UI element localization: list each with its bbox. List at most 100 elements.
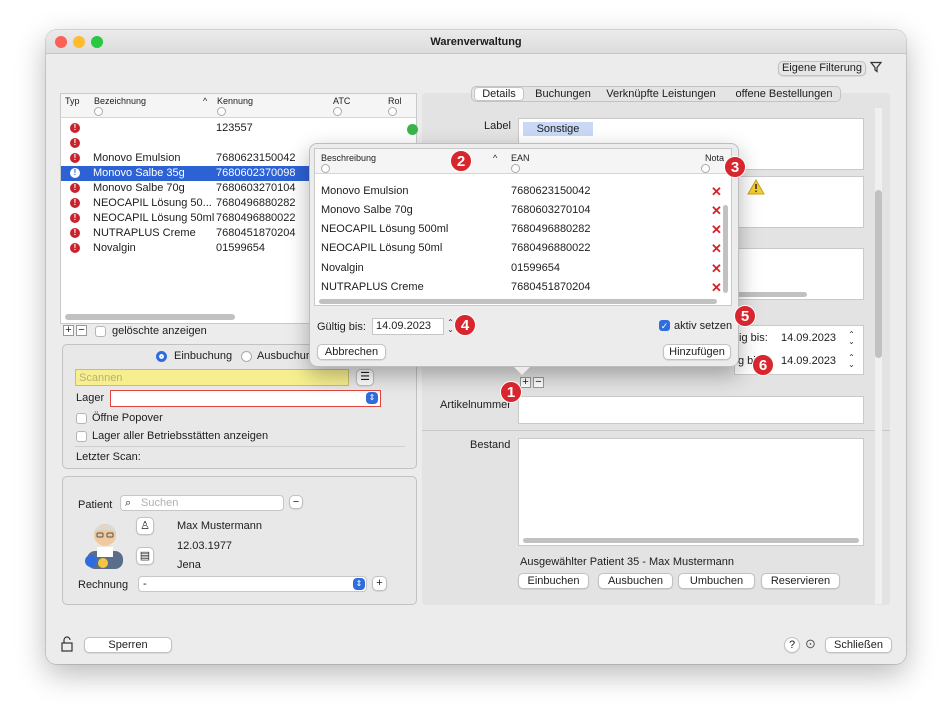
tab-details[interactable]: Details — [474, 87, 524, 101]
filter-kennung-radio[interactable] — [217, 107, 226, 116]
unlock-icon[interactable] — [60, 636, 74, 652]
tab-verknuepfte-leistungen[interactable]: Verknüpfte Leistungen — [600, 87, 722, 103]
invoice-label: Rechnung — [78, 579, 129, 591]
column-rol[interactable]: Rol — [388, 96, 402, 106]
filter-rol-radio[interactable] — [388, 107, 397, 116]
date-stepper[interactable]: ⌃ ⌄ — [847, 354, 856, 369]
delete-x-icon[interactable]: ✕ — [711, 242, 722, 255]
help-button[interactable]: ? — [784, 637, 800, 653]
cancel-button[interactable]: Abbrechen — [317, 344, 386, 360]
add-validity-button[interactable]: + — [520, 377, 531, 388]
person-icon[interactable]: ♙ — [136, 517, 154, 535]
list-item[interactable]: NEOCAPIL Lösung 50ml — [321, 242, 442, 254]
remove-row-button[interactable]: − — [76, 325, 87, 336]
delete-x-icon[interactable]: ✕ — [711, 262, 722, 275]
add-button[interactable]: Hinzufügen — [663, 344, 731, 360]
all-sites-checkbox[interactable] — [76, 431, 87, 442]
list-item[interactable]: NEOCAPIL Lösung 500ml — [321, 223, 448, 235]
lock-button[interactable]: Sperren — [84, 637, 172, 653]
umbuchen-button[interactable]: Umbuchen — [678, 573, 755, 589]
horizontal-scrollbar[interactable] — [65, 314, 235, 320]
error-icon: ! — [70, 213, 80, 223]
list-icon[interactable]: ☰ — [356, 369, 374, 386]
text-field[interactable] — [732, 248, 864, 300]
lager-select[interactable]: ⇕ — [110, 390, 381, 407]
horizontal-scrollbar[interactable] — [319, 299, 717, 304]
column-kennung[interactable]: Kennung — [217, 96, 253, 106]
sort-ascending-icon: ^ — [203, 96, 208, 106]
tab-buchungen[interactable]: Buchungen — [528, 87, 598, 103]
ausbuchung-radio[interactable] — [241, 351, 252, 362]
label-tag[interactable]: Sonstige — [523, 122, 593, 136]
sort-ascending-icon: ^ — [493, 153, 498, 163]
error-icon: ! — [70, 168, 80, 178]
delete-x-icon[interactable]: ✕ — [711, 223, 722, 236]
more-icon[interactable]: ⊙ — [805, 636, 821, 652]
date-stepper[interactable]: ⌃ ⌄ — [847, 331, 856, 346]
einbuchen-button[interactable]: Einbuchen — [518, 573, 589, 589]
close-button[interactable]: Schließen — [825, 637, 892, 653]
last-scan-label: Letzter Scan: — [76, 451, 141, 463]
open-popover-label: Öffne Popover — [92, 412, 163, 424]
show-deleted-checkbox[interactable] — [95, 326, 106, 337]
invoice-select[interactable]: - ⇕ — [138, 576, 367, 592]
valid-until-input[interactable]: 14.09.2023 — [372, 318, 444, 335]
filter-nota-radio[interactable] — [701, 164, 710, 173]
article-number-field[interactable] — [518, 396, 864, 424]
reservieren-button[interactable]: Reservieren — [761, 573, 840, 589]
id-card-icon[interactable]: ▤ — [136, 547, 154, 565]
label-field-label: Label — [484, 120, 511, 132]
open-popover-checkbox[interactable] — [76, 413, 87, 424]
column-bezeichnung[interactable]: Bezeichnung — [94, 96, 146, 106]
patient-group: Patient ⌕ Suchen − ♙ ▤ Max Mustermann 12… — [62, 476, 417, 605]
patient-label: Patient — [78, 499, 113, 511]
vertical-scrollbar[interactable] — [723, 205, 728, 293]
einbuchung-radio[interactable] — [156, 351, 167, 362]
delete-x-icon[interactable]: ✕ — [711, 204, 722, 217]
add-invoice-button[interactable]: + — [372, 576, 387, 591]
delete-x-icon[interactable]: ✕ — [711, 281, 722, 294]
column-ean[interactable]: EAN — [511, 153, 530, 163]
filter-ean-radio[interactable] — [511, 164, 520, 173]
ausbuchen-button[interactable]: Ausbuchen — [598, 573, 673, 589]
filter-beschreibung-radio[interactable] — [321, 164, 330, 173]
scan-input[interactable]: Scannen — [75, 369, 349, 386]
search-icon: ⌕ — [125, 497, 132, 509]
valid-until-value[interactable]: 14.09.2023 — [781, 332, 836, 344]
table-header: Beschreibung ^ EAN Nota — [315, 149, 731, 174]
column-nota[interactable]: Nota — [705, 153, 724, 163]
callout-2: 2 — [450, 150, 472, 172]
error-icon: ! — [70, 228, 80, 238]
horizontal-scrollbar[interactable] — [523, 538, 859, 543]
filter-atc-radio[interactable] — [333, 107, 342, 116]
active-label: aktiv setzen — [674, 320, 733, 332]
column-typ[interactable]: Typ — [65, 96, 80, 106]
list-item[interactable]: NUTRAPLUS Creme — [321, 281, 424, 293]
valid-until-value[interactable]: 14.09.2023 — [781, 355, 836, 367]
column-beschreibung[interactable]: Beschreibung — [321, 153, 376, 163]
ean-table: Beschreibung ^ EAN Nota Monovo Emulsion … — [314, 148, 732, 306]
patient-search-input[interactable]: ⌕ Suchen — [120, 495, 284, 511]
error-icon: ! — [70, 123, 80, 133]
callout-3: 3 — [724, 156, 746, 178]
list-item[interactable]: Monovo Emulsion — [321, 185, 408, 197]
add-row-button[interactable]: + — [63, 325, 74, 336]
table-row[interactable]: ! 123557 — [61, 121, 416, 136]
list-item[interactable]: Novalgin — [321, 262, 364, 274]
remove-validity-button[interactable]: − — [533, 377, 544, 388]
stock-label: Bestand — [470, 439, 511, 451]
remove-patient-button[interactable]: − — [289, 495, 303, 509]
delete-x-icon[interactable]: ✕ — [711, 185, 722, 198]
horizontal-scrollbar[interactable] — [737, 292, 807, 297]
column-atc[interactable]: ATC — [333, 96, 350, 106]
tab-offene-bestellungen[interactable]: offene Bestellungen — [728, 87, 840, 103]
filter-icon[interactable] — [869, 61, 883, 75]
list-item[interactable]: Monovo Salbe 70g — [321, 204, 413, 216]
selected-patient-text: Ausgewählter Patient 35 - Max Mustermann — [520, 556, 734, 568]
filter-bezeichnung-radio[interactable] — [94, 107, 103, 116]
active-checkbox[interactable]: ✓ — [659, 320, 670, 331]
custom-filter-button[interactable]: Eigene Filterung — [778, 61, 866, 76]
vertical-scrollbar[interactable] — [875, 190, 882, 358]
error-icon: ! — [70, 138, 80, 148]
ean-value: 7680451870204 — [511, 281, 591, 293]
